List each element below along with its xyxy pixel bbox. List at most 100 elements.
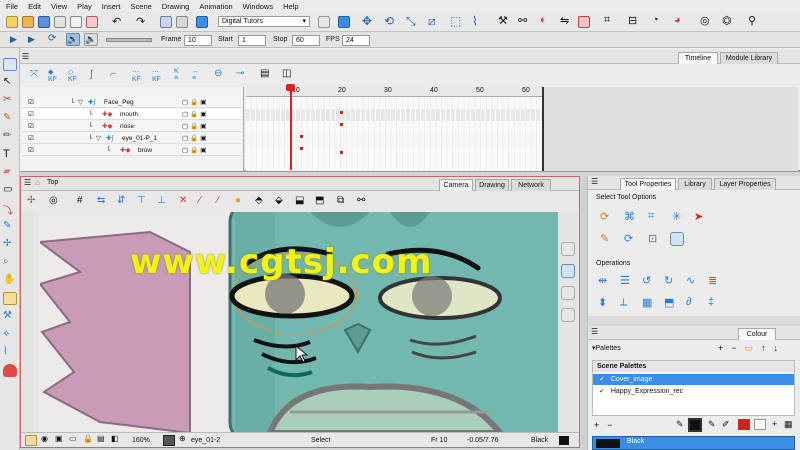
shade-icon[interactable]: ◔ [652,14,659,26]
render-icon[interactable]: ⏣ [722,14,732,27]
layers-icon[interactable] [561,242,575,256]
onion-icon[interactable]: ⊖ [214,68,222,79]
tab-drawing[interactable]: Drawing [475,179,509,191]
menu-insert[interactable]: Insert [102,2,121,11]
swatch-menu-icon[interactable]: ▦ [784,419,793,430]
hand-icon[interactable]: ✋ [3,274,17,287]
snap-grid-icon[interactable]: ⌗ [648,210,662,224]
paint-icon[interactable]: ✎ [3,220,17,233]
play-sound-icon[interactable]: ▶ [28,34,35,45]
menu-icon[interactable]: ☰ [591,327,598,336]
transform-icon[interactable]: ✥ [362,14,372,28]
morph-icon[interactable]: ⇋ [560,14,569,27]
open-icon[interactable] [22,16,34,28]
eraser-icon[interactable]: ▰ [3,166,17,179]
keyframe-marker[interactable] [300,135,303,138]
reset-view-icon[interactable]: ◎ [49,195,58,206]
globe-icon[interactable]: ⊕ [179,434,186,443]
stop-field[interactable]: 60 [292,35,320,46]
checkbox[interactable]: ☑ [28,97,34,108]
layout-icon[interactable] [318,16,330,28]
dropper-swatch-icon[interactable]: ✐ [722,419,730,430]
menu-icon[interactable]: ☰ [591,177,598,186]
flatten-icon[interactable]: ⬍ [598,296,612,310]
menu-file[interactable]: File [6,2,18,11]
zoom-icon[interactable]: ⌕ [3,256,17,269]
add-peg-icon[interactable]: ⤧ [30,69,38,80]
stop-marker[interactable] [542,87,544,171]
tab-tool-properties[interactable]: Tool Properties [620,178,676,190]
stop-motion-icon[interactable]: ⌐ [110,69,116,80]
menu-windows[interactable]: Windows [243,2,273,11]
create-template-icon[interactable]: ▦ [642,296,656,310]
workspace-icon[interactable] [338,16,350,28]
stack-icon[interactable] [561,286,575,300]
remove-keyframe-icon[interactable]: ◇ KF [68,68,77,83]
next-keyframe-icon[interactable]: ⋯ KF [152,68,161,83]
keyframe-marker[interactable] [300,147,303,150]
checkbox[interactable]: ☑ [28,109,34,120]
toggle-columns-icon[interactable]: ▤ [260,68,269,79]
light-icon[interactable]: ● [235,195,241,206]
select-tool-icon[interactable] [3,58,17,71]
layer-controls[interactable]: ▢🔒▣ [182,145,208,156]
maintain-size-icon[interactable]: ⬚ [450,14,461,28]
swatch-actions[interactable]: +− [594,420,621,430]
palettes-header[interactable]: ▾Palettes [592,344,621,352]
spline-offset-icon[interactable]: ⌇ [472,14,478,28]
layers-active-icon[interactable] [561,264,575,278]
clear-icon[interactable] [160,16,172,28]
flip-horizontal-icon[interactable]: ⇹ [598,274,612,288]
keyframe-marker[interactable] [340,151,343,154]
bone-icon[interactable]: ⚒ [498,14,508,27]
colour-pot-icon[interactable] [3,364,17,377]
workspace-select[interactable]: Digital Tutors ▾ [218,16,310,27]
rotate-ccw-icon[interactable]: ↺ [642,274,656,288]
layer-row[interactable]: ☑ └ ▽ ✚∫ eye_01-P_1 ▢🔒▣ [22,133,242,144]
menu-icon[interactable]: ☰ [24,178,31,187]
copy-icon[interactable] [70,16,82,28]
keyframe-marker[interactable] [340,111,343,114]
stack-down-icon[interactable] [561,308,575,322]
menu-play[interactable]: Play [77,2,92,11]
merge-icon[interactable]: ∂ [686,296,700,310]
align-center-icon[interactable]: ‡ [708,296,722,310]
lock-icon[interactable]: 🔒 [83,434,93,443]
red-swatch-icon[interactable] [738,419,750,430]
stroke-icon[interactable]: ✢ [3,238,17,251]
cutter-icon[interactable]: ✂ [3,94,17,107]
layer-down-icon[interactable]: ⬙ [275,195,283,206]
kinematic-icon[interactable]: ⚯ [518,14,527,27]
shape-icon[interactable]: ⧉ [337,195,344,206]
add-swatch-icon[interactable]: + [772,419,777,429]
light-table-icon[interactable]: ⌗ [604,14,610,27]
frame-field[interactable]: 10 [184,35,212,46]
camera-viewport[interactable]: www.cgtsj.com [40,212,577,433]
checkbox[interactable]: ☑ [28,145,34,156]
tab-network[interactable]: Network [511,179,551,191]
menu-animation[interactable]: Animation [199,2,232,11]
current-swatch[interactable] [688,418,702,432]
pointer-icon[interactable]: ➤ [694,210,708,224]
ease-icon[interactable]: K ≡ [174,68,179,82]
palette-item[interactable]: ✓ Happy_Expression_rec [593,386,794,397]
text-icon[interactable]: T [3,148,17,161]
playhead-handle[interactable] [286,84,295,91]
distribute-icon[interactable]: ⊥ [157,195,166,206]
scale-icon[interactable]: ⤡ [406,14,416,29]
enable-icon[interactable]: ⊸ [236,68,244,79]
layer-controls[interactable]: ▢🔒▣ [182,97,208,108]
layer-controls[interactable]: ▢🔒▣ [182,121,208,132]
link-icon[interactable]: ⚯ [357,195,365,206]
send-back-icon[interactable]: ⬒ [315,195,324,206]
anchor-icon[interactable]: ⚲ [748,14,756,27]
flip-v-icon[interactable]: ⇵ [117,195,125,206]
lasso-icon[interactable]: ⟳ [600,210,614,224]
fps-field[interactable]: 24 [342,35,370,46]
light-bulb-icon[interactable] [25,435,37,446]
save-icon[interactable] [38,16,50,28]
rect-icon[interactable]: ▭ [69,434,77,443]
layer-row[interactable]: ☑ └ ✚◆ brow ▢🔒▣ [22,145,242,156]
rectangle-icon[interactable]: ▭ [3,184,17,197]
undo-icon[interactable]: ↶ [112,15,121,28]
